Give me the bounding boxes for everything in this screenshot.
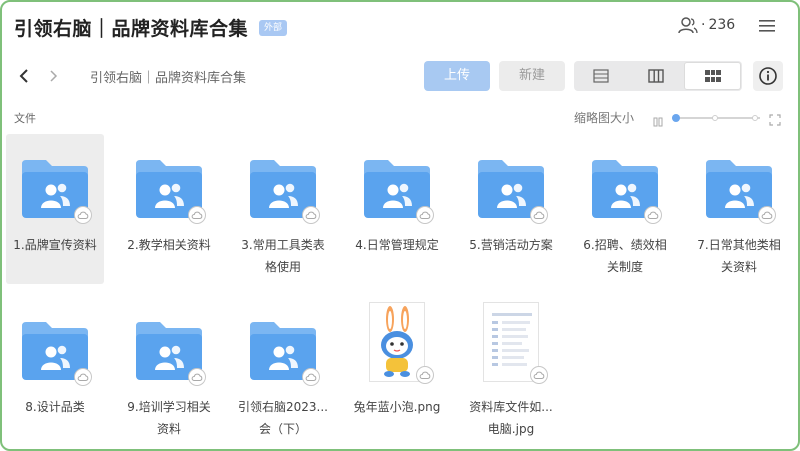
chevron-left-icon [19, 69, 28, 83]
app-window: 引领右脑｜品牌资料库合集 外部 · 236 引领右脑｜品牌资料库合集 上传 新建… [0, 0, 800, 451]
new-button[interactable]: 新建 [499, 61, 565, 91]
cloud-icon [191, 211, 203, 219]
back-button[interactable] [16, 66, 32, 86]
cloud-status [530, 366, 548, 384]
menu-button[interactable] [757, 16, 777, 36]
cloud-status [188, 368, 206, 386]
file-thumbnail [462, 302, 560, 386]
file-thumbnail [20, 318, 92, 386]
member-count-button[interactable]: · 236 [678, 16, 735, 34]
file-item[interactable]: 4.日常管理规定 [348, 134, 446, 284]
forward-button[interactable] [46, 66, 62, 86]
cloud-icon [305, 211, 317, 219]
cloud-status [302, 368, 320, 386]
cloud-icon [191, 373, 203, 381]
upload-button[interactable]: 上传 [424, 61, 490, 91]
member-count: 236 [708, 17, 736, 33]
file-name: 6.招聘、绩效相关制度 [583, 238, 667, 274]
page-title: 引领右脑｜品牌资料库合集 [14, 18, 249, 40]
cloud-icon [647, 211, 659, 219]
small-thumbnail-icon [653, 112, 663, 131]
cloud-status [188, 206, 206, 224]
toolbar: 引领右脑｜品牌资料库合集 上传 新建 [2, 54, 798, 98]
file-name: 1.品牌宣传资料 [13, 238, 97, 252]
cloud-icon [761, 211, 773, 219]
breadcrumb[interactable]: 引领右脑｜品牌资料库合集 [90, 67, 246, 86]
file-name: 9.培训学习相关资料 [127, 400, 211, 436]
file-item[interactable]: 兔年蓝小泡.png [348, 296, 446, 446]
slider-stop [712, 115, 718, 121]
info-button[interactable] [753, 61, 783, 91]
file-name: 兔年蓝小泡.png [353, 400, 441, 414]
list-view-icon [593, 69, 609, 83]
file-item[interactable]: 3.常用工具类表格使用 [234, 134, 332, 284]
cloud-icon [305, 373, 317, 381]
column-header-files: 文件 [14, 112, 36, 125]
column-view-button[interactable] [629, 61, 684, 91]
cloud-status [302, 206, 320, 224]
file-thumbnail [704, 156, 776, 224]
file-thumbnail [248, 318, 320, 386]
chevron-right-icon [50, 70, 58, 82]
view-mode-switcher [574, 61, 742, 91]
grid-view-icon [704, 70, 721, 82]
cloud-icon [77, 211, 89, 219]
cloud-icon [77, 373, 89, 381]
hamburger-icon [759, 20, 775, 32]
file-item[interactable]: 引领右脑2023...会（下） [234, 296, 332, 446]
file-name: 引领右脑2023...会（下） [238, 400, 328, 436]
file-item[interactable]: 5.营销活动方案 [462, 134, 560, 284]
file-name: 资料库文件如...电脑.jpg [469, 400, 553, 436]
file-item[interactable]: 8.设计品类 [6, 296, 104, 446]
file-item[interactable]: 1.品牌宣传资料 [6, 134, 104, 284]
file-thumbnail [362, 156, 434, 224]
cloud-status [644, 206, 662, 224]
file-name: 2.教学相关资料 [127, 238, 211, 252]
cloud-icon [419, 211, 431, 219]
file-item[interactable]: 9.培训学习相关资料 [120, 296, 218, 446]
members-icon [678, 16, 698, 34]
list-view-button[interactable] [574, 61, 629, 91]
thumbnail-size-label: 缩略图大小 [574, 111, 635, 125]
expand-icon[interactable] [769, 111, 781, 130]
file-item[interactable]: 资料库文件如...电脑.jpg [462, 296, 560, 446]
file-thumbnail [20, 156, 92, 224]
file-item[interactable]: 2.教学相关资料 [120, 134, 218, 284]
cloud-status [416, 206, 434, 224]
file-thumbnail [348, 302, 446, 386]
file-name: 3.常用工具类表格使用 [241, 238, 325, 274]
info-icon [759, 67, 777, 85]
file-name: 8.设计品类 [25, 400, 85, 414]
slider-stop [752, 115, 758, 121]
cloud-status [758, 206, 776, 224]
external-badge: 外部 [259, 20, 288, 36]
file-thumbnail [590, 156, 662, 224]
file-thumbnail [134, 156, 206, 224]
title-bar: 引领右脑｜品牌资料库合集 外部 · 236 [2, 2, 798, 50]
cloud-status [416, 366, 434, 384]
file-name: 7.日常其他类相关资料 [697, 238, 781, 274]
file-thumbnail [248, 156, 320, 224]
file-item[interactable]: 7.日常其他类相关资料 [690, 134, 788, 284]
cloud-icon [533, 371, 545, 379]
file-thumbnail [476, 156, 548, 224]
list-header: 文件 缩略图大小 [2, 106, 798, 130]
cloud-status [74, 206, 92, 224]
cloud-icon [419, 371, 431, 379]
member-separator: · [701, 17, 706, 33]
file-item[interactable]: 6.招聘、绩效相关制度 [576, 134, 674, 284]
cloud-icon [533, 211, 545, 219]
cloud-status [530, 206, 548, 224]
file-name: 4.日常管理规定 [355, 238, 439, 252]
slider-handle[interactable] [672, 114, 680, 122]
file-thumbnail [134, 318, 206, 386]
grid-view-button[interactable] [684, 62, 742, 90]
thumbnail-size-slider[interactable] [672, 114, 760, 122]
file-grid: 1.品牌宣传资料 2.教学相关资料 3.常用工具类表格使用 4.日常管理规定 5… [6, 134, 798, 449]
column-view-icon [648, 69, 664, 83]
cloud-status [74, 368, 92, 386]
file-name: 5.营销活动方案 [469, 238, 553, 252]
